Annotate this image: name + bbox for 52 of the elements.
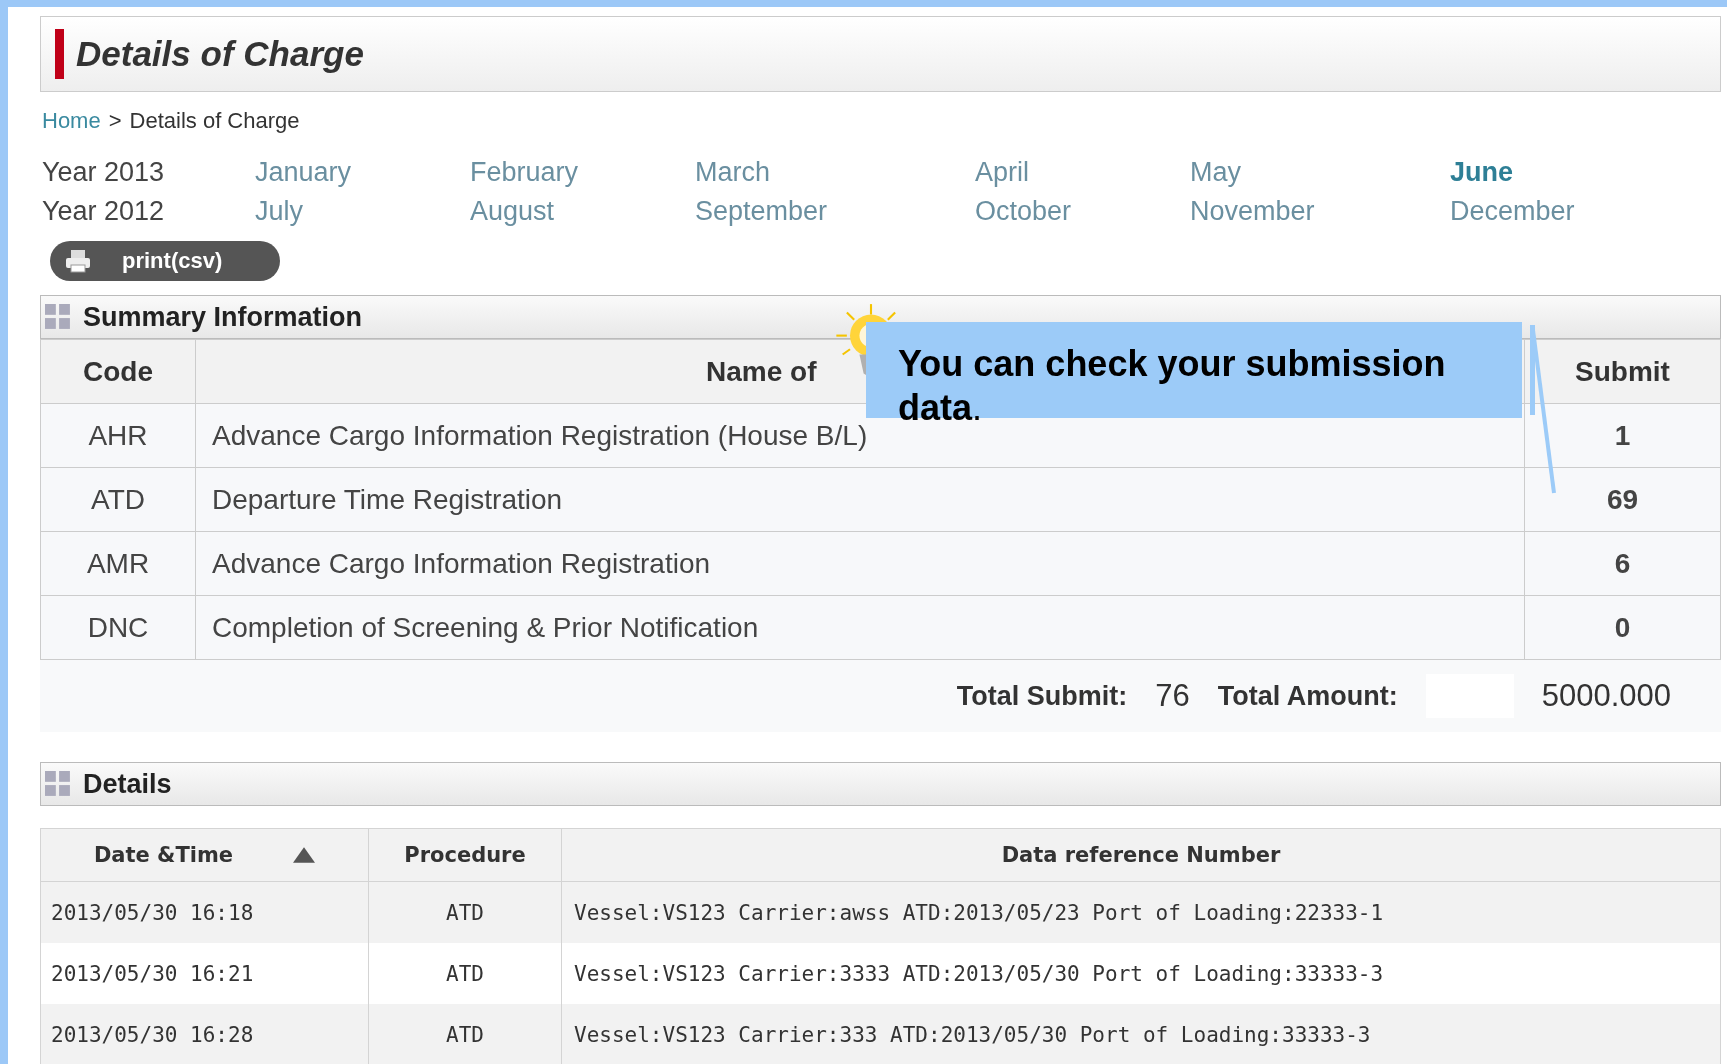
month-link[interactable]: November bbox=[1190, 196, 1450, 227]
month-link[interactable]: September bbox=[695, 196, 975, 227]
column-header[interactable]: Data reference Number bbox=[561, 828, 1721, 882]
table-cell: 1 bbox=[1524, 403, 1721, 468]
month-link[interactable]: May bbox=[1190, 157, 1450, 188]
total-submit-value: 76 bbox=[1155, 678, 1190, 714]
table-cell: 6 bbox=[1524, 531, 1721, 596]
month-link[interactable]: February bbox=[470, 157, 695, 188]
table-cell: DNC bbox=[40, 595, 196, 660]
section-title: Summary Information bbox=[83, 301, 363, 333]
column-header[interactable]: Date &Time bbox=[40, 828, 369, 882]
table-cell: ATD bbox=[368, 881, 562, 943]
print-button[interactable]: print(csv) bbox=[50, 241, 280, 281]
month-link[interactable]: April bbox=[975, 157, 1190, 188]
month-link[interactable]: August bbox=[470, 196, 695, 227]
table-cell: Vessel:VS123 Carrier:awss ATD:2013/05/23 Port of Loading:22333-1 bbox=[561, 881, 1721, 943]
table-cell: Advance Cargo Information Registration bbox=[195, 531, 1525, 596]
title-marker-icon bbox=[55, 29, 64, 79]
home-link[interactable]: Home bbox=[42, 108, 101, 134]
table-cell: AMR bbox=[40, 531, 196, 596]
month-link[interactable]: June bbox=[1450, 157, 1650, 188]
table-cell: 0 bbox=[1524, 595, 1721, 660]
year-label[interactable]: Year 2012 bbox=[40, 196, 255, 227]
grid-icon bbox=[45, 304, 71, 330]
total-amount-label: Total Amount: bbox=[1217, 680, 1398, 712]
section-title: Details bbox=[83, 768, 172, 800]
table-cell: ATD bbox=[40, 467, 196, 532]
column-header: Submit bbox=[1524, 339, 1721, 404]
breadcrumb-current: Details of Charge bbox=[129, 108, 300, 134]
printer-icon bbox=[64, 249, 92, 273]
grid-icon bbox=[45, 771, 71, 797]
table-cell: Departure Time Registration bbox=[195, 467, 1525, 532]
total-submit-label: Total Submit: bbox=[956, 680, 1128, 712]
month-link[interactable]: October bbox=[975, 196, 1190, 227]
month-link[interactable]: July bbox=[255, 196, 470, 227]
breadcrumb-separator: > bbox=[108, 108, 122, 134]
table-cell: 69 bbox=[1524, 467, 1721, 532]
total-amount-value: 5000.000 bbox=[1541, 678, 1671, 714]
sort-up-icon[interactable] bbox=[293, 847, 316, 863]
table-cell: Vessel:VS123 Carrier:333 ATD:2013/05/30 Port of Loading:33333-3 bbox=[561, 1004, 1721, 1064]
year-label[interactable]: Year 2013 bbox=[40, 157, 255, 188]
table-cell: 2013/05/30 16:28 bbox=[40, 1004, 369, 1064]
month-link[interactable]: March bbox=[695, 157, 975, 188]
month-link[interactable]: December bbox=[1450, 196, 1650, 227]
table-cell: Completion of Screening & Prior Notification bbox=[195, 595, 1525, 660]
month-link[interactable]: January bbox=[255, 157, 470, 188]
table-cell: AHR bbox=[40, 403, 196, 468]
column-header: Code bbox=[40, 339, 196, 404]
table-cell: 2013/05/30 16:18 bbox=[40, 881, 369, 943]
column-header[interactable]: Procedure bbox=[368, 828, 562, 882]
page-title: Details of Charge bbox=[76, 34, 364, 74]
table-cell: ATD bbox=[368, 1004, 562, 1064]
